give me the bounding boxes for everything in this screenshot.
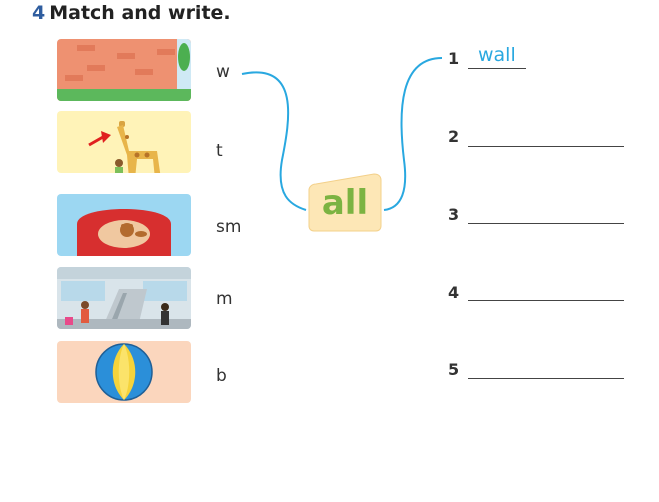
- stem-3: sm: [216, 217, 242, 237]
- connector-all-to-1: [383, 57, 443, 211]
- answer-value-1: wall: [478, 44, 516, 66]
- answer-number-4: 4: [448, 283, 460, 302]
- stem-4: m: [216, 289, 233, 309]
- stem-5: b: [216, 366, 227, 386]
- picture-giraffe: [57, 111, 191, 173]
- suffix-text: all: [321, 183, 369, 223]
- answer-line-5[interactable]: [468, 352, 624, 379]
- picture-mall: [57, 267, 191, 329]
- answer-number-3: 3: [448, 205, 460, 224]
- answer-number-5: 5: [448, 360, 460, 379]
- picture-ball: [57, 341, 191, 403]
- answer-line-2[interactable]: [468, 120, 624, 147]
- answer-number-1: 1: [448, 49, 460, 68]
- picture-small-animal: [57, 194, 191, 256]
- stem-1: w: [216, 62, 230, 82]
- answer-line-3[interactable]: [468, 197, 624, 224]
- suffix-card: all: [308, 172, 382, 232]
- picture-wall: [57, 39, 191, 101]
- stem-2: t: [216, 141, 223, 161]
- answer-number-2: 2: [448, 127, 460, 146]
- answer-line-4[interactable]: [468, 274, 624, 301]
- connector-w-to-all: [241, 71, 307, 211]
